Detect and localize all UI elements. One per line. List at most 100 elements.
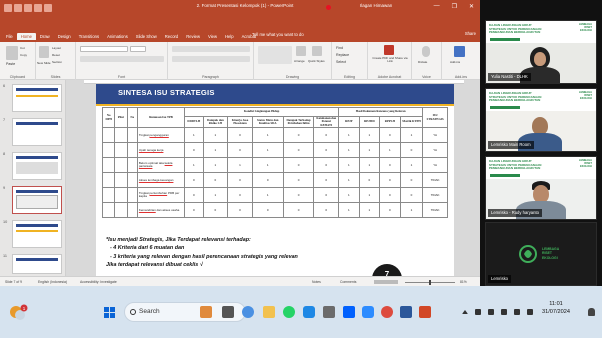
acrobat-icon[interactable]: [384, 45, 394, 55]
user-name[interactable]: Ilagan Himawan: [360, 3, 392, 8]
notification-bell-icon[interactable]: [588, 308, 595, 316]
chevron-up-icon[interactable]: [462, 310, 468, 314]
view-buttons[interactable]: [374, 280, 398, 284]
present-icon[interactable]: [44, 4, 52, 12]
windows-start-icon[interactable]: [104, 307, 115, 318]
redo-icon[interactable]: [34, 4, 42, 12]
section-button[interactable]: Section: [52, 60, 62, 64]
shapes-gallery[interactable]: [258, 46, 292, 64]
select-button[interactable]: Select: [336, 60, 346, 64]
table-row[interactable]: Belum optimal tata kelola pariwisata 1 1 1 1…: [101, 157, 448, 174]
slide-thumbnail[interactable]: [12, 84, 62, 112]
close-button[interactable]: ✕: [469, 3, 474, 10]
shield-icon[interactable]: [242, 306, 254, 318]
quick-styles-icon[interactable]: [312, 46, 322, 56]
layout-button[interactable]: Layout: [52, 46, 61, 50]
restore-button[interactable]: ❐: [452, 3, 457, 10]
table-row[interactable]: Tingkat pengangguran 1 1 0 1 0 0 1 1 0 1 YA: [101, 127, 448, 144]
accessibility-status[interactable]: Accessibility: Investigate: [80, 280, 117, 284]
table-row[interactable]: Kemandirian dan akses usaha 0 0 0 0 0 0 1 1 0 1 TID…: [101, 202, 448, 219]
minimize-button[interactable]: —: [434, 3, 440, 10]
arrange-button[interactable]: Arrange: [294, 59, 305, 63]
tab-view[interactable]: View: [204, 33, 221, 40]
cut-button[interactable]: Cut: [20, 46, 25, 50]
save-icon[interactable]: [14, 4, 22, 12]
task-view-icon[interactable]: [222, 306, 234, 318]
autosave-icon[interactable]: [4, 4, 12, 12]
undo-icon[interactable]: [24, 4, 32, 12]
alignment-row[interactable]: [172, 56, 250, 62]
language-status[interactable]: English (Indonesia): [38, 280, 67, 284]
slide-thumbnail[interactable]: [12, 254, 62, 274]
edge-icon[interactable]: [303, 306, 315, 318]
zoom-icon[interactable]: [362, 306, 374, 318]
tab-home[interactable]: Home: [16, 32, 36, 40]
empty-cell: [101, 142, 116, 159]
replace-button[interactable]: Replace: [336, 53, 349, 57]
word-icon[interactable]: [400, 306, 412, 318]
weather-icon[interactable]: 1: [6, 302, 30, 322]
bluetooth-icon[interactable]: [488, 309, 494, 315]
powerpoint-icon[interactable]: [419, 306, 431, 318]
zoom-slider-handle[interactable]: [429, 279, 431, 285]
font-format-row[interactable]: [80, 56, 164, 62]
find-button[interactable]: Find: [336, 46, 343, 50]
tab-slide-show[interactable]: Slide Show: [132, 33, 161, 40]
addins-button[interactable]: Add-ins: [450, 60, 460, 64]
tab-animations[interactable]: Animations: [103, 33, 132, 40]
create-pdf-button[interactable]: Create PDF and Share via Link: [370, 56, 410, 64]
clock[interactable]: 11:01 31/07/2024: [530, 300, 582, 317]
title-bar: 2. Format Presentasi Kelompok (1) - Powe…: [0, 0, 480, 42]
table-row[interactable]: Upah tenaga kerja 0 1 0 1 0 0 1 1 1 0 YA: [101, 142, 448, 159]
font-size-dropdown[interactable]: [130, 46, 146, 52]
cloud-icon[interactable]: [475, 309, 481, 315]
slide-thumbnail[interactable]: [12, 118, 62, 146]
tab-review[interactable]: Review: [182, 33, 204, 40]
share-button[interactable]: Share: [465, 31, 476, 36]
tab-help[interactable]: Help: [221, 33, 238, 40]
paste-icon[interactable]: [6, 46, 18, 60]
participant-tile[interactable]: KAJIAN LINGKUNGAN HIDUP STRATEGIS UNTUK …: [485, 20, 597, 84]
chrome-icon[interactable]: [381, 306, 393, 318]
slide-thumbnail-selected[interactable]: [12, 186, 62, 214]
notes-line-2: - 4 Kriteria dari 6 muatan dan: [110, 245, 185, 252]
table-row[interactable]: Tingkat pertumbuhan PDB per kapita 0 1 0 1 0 0…: [101, 187, 448, 204]
file-explorer-icon[interactable]: [263, 306, 275, 318]
current-slide[interactable]: SINTESA ISU STRATEGIS No DPH Pilar No Ru…: [96, 84, 454, 276]
new-slide-button[interactable]: New Slide: [37, 61, 51, 65]
tab-draw[interactable]: Draw: [36, 33, 54, 40]
quick-styles-button[interactable]: Quick Styles: [308, 59, 325, 63]
font-family-dropdown[interactable]: [80, 46, 128, 52]
comments-button[interactable]: Comments: [340, 280, 356, 284]
widgets-icon[interactable]: [200, 306, 212, 318]
arrange-icon[interactable]: [296, 46, 306, 56]
participant-tile[interactable]: KAJIAN LINGKUNGAN HIDUP STRATEGIS UNTUK …: [485, 88, 597, 152]
new-slide-icon[interactable]: [39, 46, 49, 58]
list-format-row[interactable]: [172, 46, 250, 52]
addins-icon[interactable]: [454, 46, 465, 57]
dictate-button[interactable]: Dictate: [418, 60, 427, 64]
table-row[interactable]: Akses lembaga keuangan 0 0 0 0 0 0 1 0 0 0 TIDAK: [101, 172, 448, 189]
copy-button[interactable]: Copy: [20, 53, 27, 57]
reset-button[interactable]: Reset: [52, 53, 60, 57]
whatsapp-icon[interactable]: [283, 306, 295, 318]
tab-design[interactable]: Design: [54, 33, 75, 40]
paste-button[interactable]: Paste: [6, 62, 15, 66]
slide-thumbnail[interactable]: [12, 220, 62, 248]
tell-me-search[interactable]: Tell me what you want to do: [252, 32, 304, 37]
tab-transitions[interactable]: Transitions: [75, 33, 103, 40]
microphone-icon[interactable]: [422, 46, 430, 57]
participant-tile-active-speaker[interactable]: KAJIAN LINGKUNGAN HIDUP STRATEGIS UNTUK …: [485, 156, 597, 220]
dropbox-icon[interactable]: [343, 306, 355, 318]
tab-record[interactable]: Record: [161, 33, 183, 40]
participant-tile[interactable]: LEMBAGA RISET EKOLOGI Lemrisko: [485, 222, 597, 286]
isu-strategis-table[interactable]: No DPH Pilar No Rumusan Isu TPB Kondisi …: [101, 106, 448, 219]
volume-icon[interactable]: [514, 309, 520, 315]
zoom-level[interactable]: 81%: [460, 280, 467, 284]
tab-file[interactable]: File: [2, 33, 17, 40]
store-icon[interactable]: [323, 306, 335, 318]
wifi-icon[interactable]: [501, 309, 507, 315]
notes-button[interactable]: Notes: [312, 280, 321, 284]
criteria-value-cell: 1: [251, 187, 284, 204]
slide-thumbnail[interactable]: [12, 152, 62, 180]
